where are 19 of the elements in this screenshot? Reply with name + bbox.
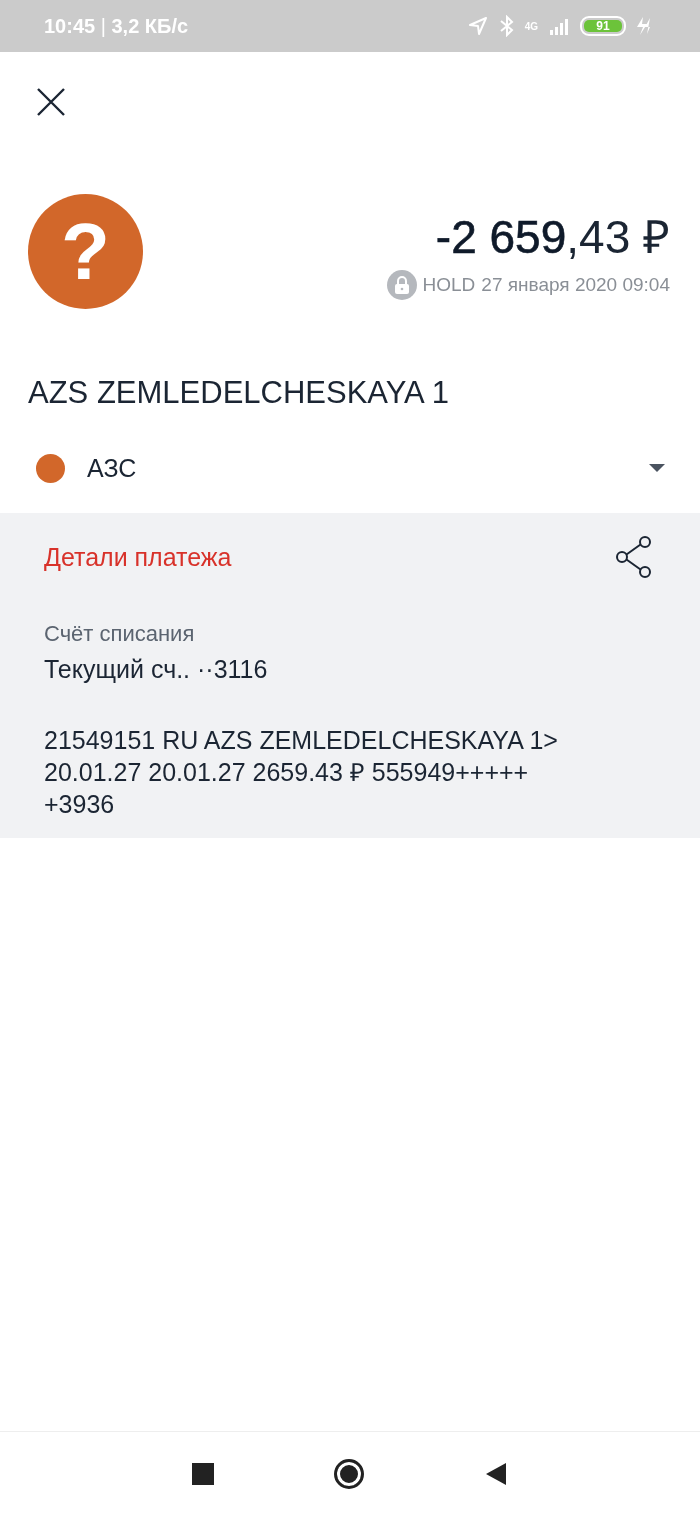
- description-line: +3936: [44, 789, 115, 820]
- battery-icon: 91: [580, 16, 626, 36]
- amount: -2 659,43 ₽: [435, 210, 670, 264]
- merchant-name: AZS ZEMLEDELCHESKAYA 1: [27, 374, 450, 411]
- lock-icon: [386, 270, 417, 300]
- location-icon: [466, 15, 489, 37]
- share-button[interactable]: [614, 535, 654, 579]
- category-dropdown[interactable]: АЗС: [0, 423, 700, 513]
- transaction-date: 27 января 2020 09:04: [481, 274, 670, 296]
- merchant-avatar: ?: [28, 194, 143, 309]
- back-button[interactable]: [484, 1461, 508, 1487]
- description-line: 21549151 RU AZS ZEMLEDELCHESKAYA 1>: [44, 725, 558, 756]
- account-label: Счёт списания: [44, 621, 196, 647]
- home-button[interactable]: [334, 1459, 364, 1489]
- close-button[interactable]: [36, 87, 66, 117]
- details-title: Детали платежа: [44, 542, 232, 572]
- account-value: Текущий сч.. ··3116: [44, 655, 269, 684]
- description-line: 20.01.27 20.01.27 2659.43 ₽ 555949+++++: [44, 757, 529, 788]
- hold-status: HOLD: [422, 274, 476, 296]
